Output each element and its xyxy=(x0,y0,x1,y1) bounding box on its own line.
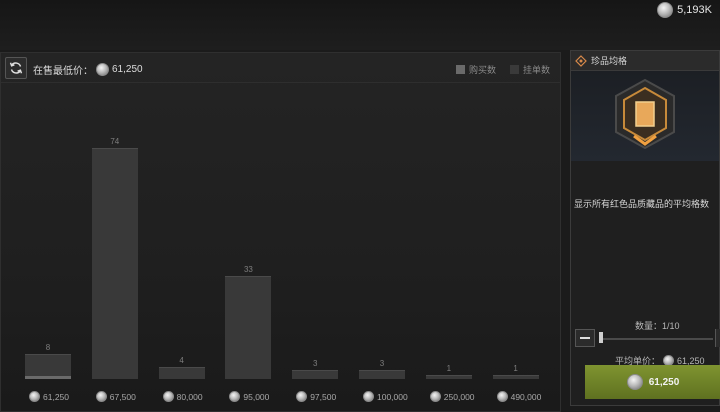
legend-swatch-sell xyxy=(509,65,519,74)
coin-icon xyxy=(296,391,308,402)
price-tick-label: 100,000 xyxy=(363,391,408,402)
bar-value-label: 1 xyxy=(446,364,452,373)
legend-label-sell: 挂单数 xyxy=(522,65,550,75)
item-image xyxy=(571,71,719,161)
bar-value-label: 4 xyxy=(179,355,184,365)
chart-bar[interactable] xyxy=(425,375,472,379)
coin-icon xyxy=(162,391,174,402)
top-bar: 5,193K xyxy=(0,0,720,50)
coin-icon xyxy=(429,391,441,402)
min-price-label: 在售最低价： xyxy=(33,66,93,77)
avg-price-value: 61,250 xyxy=(677,355,705,366)
quantity-slider[interactable] xyxy=(601,338,713,340)
price-tick-label: 61,250 xyxy=(29,391,69,402)
price-tick-label: 490,000 xyxy=(496,391,542,402)
bar-value-label: 3 xyxy=(379,358,385,368)
chart-bar[interactable] xyxy=(225,275,272,379)
increase-quantity-button[interactable] xyxy=(715,329,720,347)
price-tick-text: 490,000 xyxy=(510,391,542,402)
bar-value-label: 74 xyxy=(110,136,120,146)
coin-icon xyxy=(96,63,109,76)
bar-value-label: 8 xyxy=(45,343,51,352)
coin-icon xyxy=(657,2,674,18)
bar-value-label: 1 xyxy=(513,364,518,373)
minus-icon xyxy=(580,337,590,339)
chart-header: 在售最低价： 61,250 购买数 挂单数 xyxy=(1,53,560,83)
coin-icon xyxy=(229,391,241,402)
price-tick-label: 250,000 xyxy=(429,391,475,402)
currency-value: 5,193K xyxy=(677,4,712,16)
min-price: 在售最低价： 61,250 xyxy=(33,62,143,77)
price-tick-text: 250,000 xyxy=(443,391,475,402)
bar-value-label: 33 xyxy=(243,264,253,274)
buy-button-price: 61,250 xyxy=(648,376,680,388)
price-tick-text: 100,000 xyxy=(377,391,408,402)
coin-icon xyxy=(496,391,508,402)
refresh-icon xyxy=(9,62,23,74)
detail-title: 珍品均格 xyxy=(591,56,628,66)
decrease-quantity-button[interactable] xyxy=(575,329,595,347)
price-tick-label: 95,000 xyxy=(229,391,269,402)
chart-bar-buy-segment xyxy=(25,376,71,379)
bar-value-label: 3 xyxy=(312,358,318,368)
buy-button[interactable]: 61,250 xyxy=(585,365,720,399)
coin-icon xyxy=(363,391,374,402)
quantity-slider-handle[interactable] xyxy=(599,332,603,343)
coin-icon xyxy=(95,391,107,402)
currency-display: 5,193K xyxy=(657,2,712,18)
price-tick-text: 97,500 xyxy=(310,391,337,402)
chart-bar[interactable] xyxy=(292,369,339,379)
chart-bar[interactable] xyxy=(359,369,405,379)
price-tick-text: 80,000 xyxy=(176,391,203,402)
quantity-label: 数量：1/10 xyxy=(635,321,680,331)
price-tick-label: 97,500 xyxy=(296,391,336,402)
price-tick-label: 80,000 xyxy=(162,391,203,402)
price-tick-text: 95,000 xyxy=(243,391,270,402)
coin-icon xyxy=(626,374,643,390)
coin-icon xyxy=(29,391,40,402)
chart-legend: 购买数 挂单数 xyxy=(455,63,550,76)
refresh-button[interactable] xyxy=(5,57,27,79)
chart-bar[interactable] xyxy=(158,366,205,379)
legend-swatch-buy xyxy=(455,65,465,74)
price-tick-text: 61,250 xyxy=(43,391,69,402)
category-icon xyxy=(575,54,587,67)
detail-header: 珍品均格 xyxy=(571,51,719,71)
chart-bar[interactable] xyxy=(91,147,138,379)
legend-item-sell: 挂单数 xyxy=(509,63,550,76)
detail-description: 显示所有红色品质藏品的平均格数 xyxy=(574,199,710,209)
item-detail-panel: 珍品均格 显示所有红色品质藏品的平均格数 数量：1/10 平均单价： 61,25… xyxy=(570,50,720,406)
price-tick-text: 67,500 xyxy=(109,391,136,402)
legend-item-buy: 购买数 xyxy=(455,63,496,76)
bar-chart: 8 74 4 33 3 3 1 1 xyxy=(1,83,560,383)
legend-label-buy: 购买数 xyxy=(468,65,496,75)
price-distribution-panel: 在售最低价： 61,250 购买数 挂单数 8 74 4 33 3 3 1 1 61,250 6… xyxy=(0,52,561,412)
price-tick-label: 67,500 xyxy=(95,391,136,402)
item-badge-icon xyxy=(615,78,675,150)
min-price-value: 61,250 xyxy=(112,64,143,75)
chart-bar[interactable] xyxy=(492,375,539,379)
